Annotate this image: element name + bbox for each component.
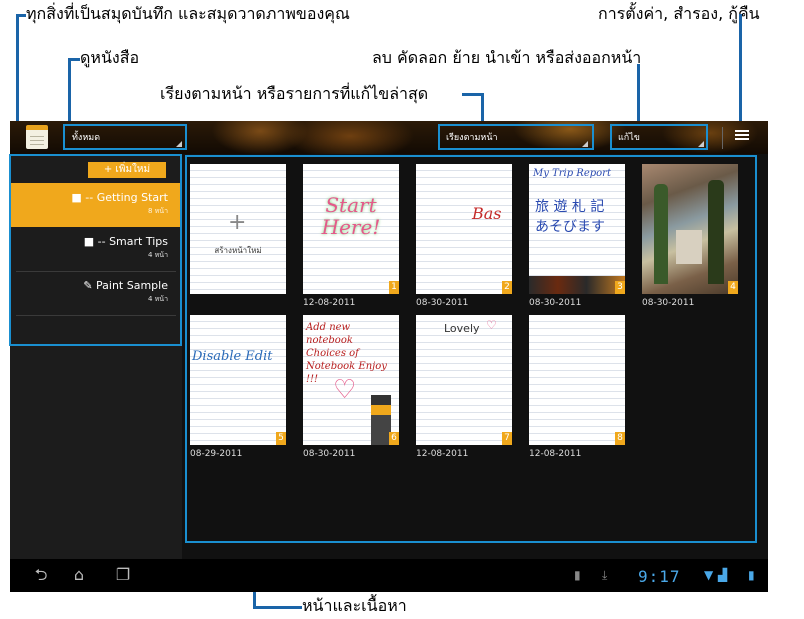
divider xyxy=(722,127,723,149)
callout-settings-backup: การตั้งค่า, สำรอง, กู้คืน xyxy=(598,4,760,23)
notification-icon[interactable]: ▮ xyxy=(574,568,581,582)
callout-pages-content: หน้าและเนื้อหา xyxy=(302,596,407,615)
home-icon[interactable]: ⌂ xyxy=(70,567,88,583)
signal-icon: ▟ xyxy=(718,568,728,582)
highlight-box-filter xyxy=(63,124,187,150)
highlight-box-sidebar xyxy=(9,154,182,346)
highlight-box-sort xyxy=(438,124,594,150)
callout-line xyxy=(637,64,640,126)
callout-page-ops: ลบ คัดลอก ย้าย นำเข้า หรือส่งออกหน้า xyxy=(372,48,642,67)
wifi-icon: ▼ xyxy=(704,568,714,582)
clock: 9:17 xyxy=(638,567,681,586)
menu-icon[interactable] xyxy=(735,130,749,144)
callout-view-books: ดูหนังสือ xyxy=(80,48,140,67)
callout-all-notebooks: ทุกสิ่งที่เป็นสมุดบันทึก และสมุดวาดภาพขอ… xyxy=(26,4,350,23)
system-nav-bar: ⮌ ⌂ ❐ ▮ ⤓ 9:17 ▼ ▟ ▮ xyxy=(10,559,768,592)
notebook-app-icon[interactable] xyxy=(26,125,48,149)
callout-line xyxy=(68,58,71,124)
highlight-box-content xyxy=(185,155,757,543)
callout-line xyxy=(253,606,302,609)
battery-icon: ▮ xyxy=(748,568,755,582)
callout-line xyxy=(739,14,742,132)
highlight-box-edit xyxy=(610,124,708,150)
back-icon[interactable]: ⮌ xyxy=(32,567,50,583)
recent-apps-icon[interactable]: ❐ xyxy=(114,567,132,583)
download-icon[interactable]: ⤓ xyxy=(602,568,607,583)
callout-sort-pages: เรียงตามหน้า หรือรายการที่แก้ไขล่าสุด xyxy=(160,84,429,103)
